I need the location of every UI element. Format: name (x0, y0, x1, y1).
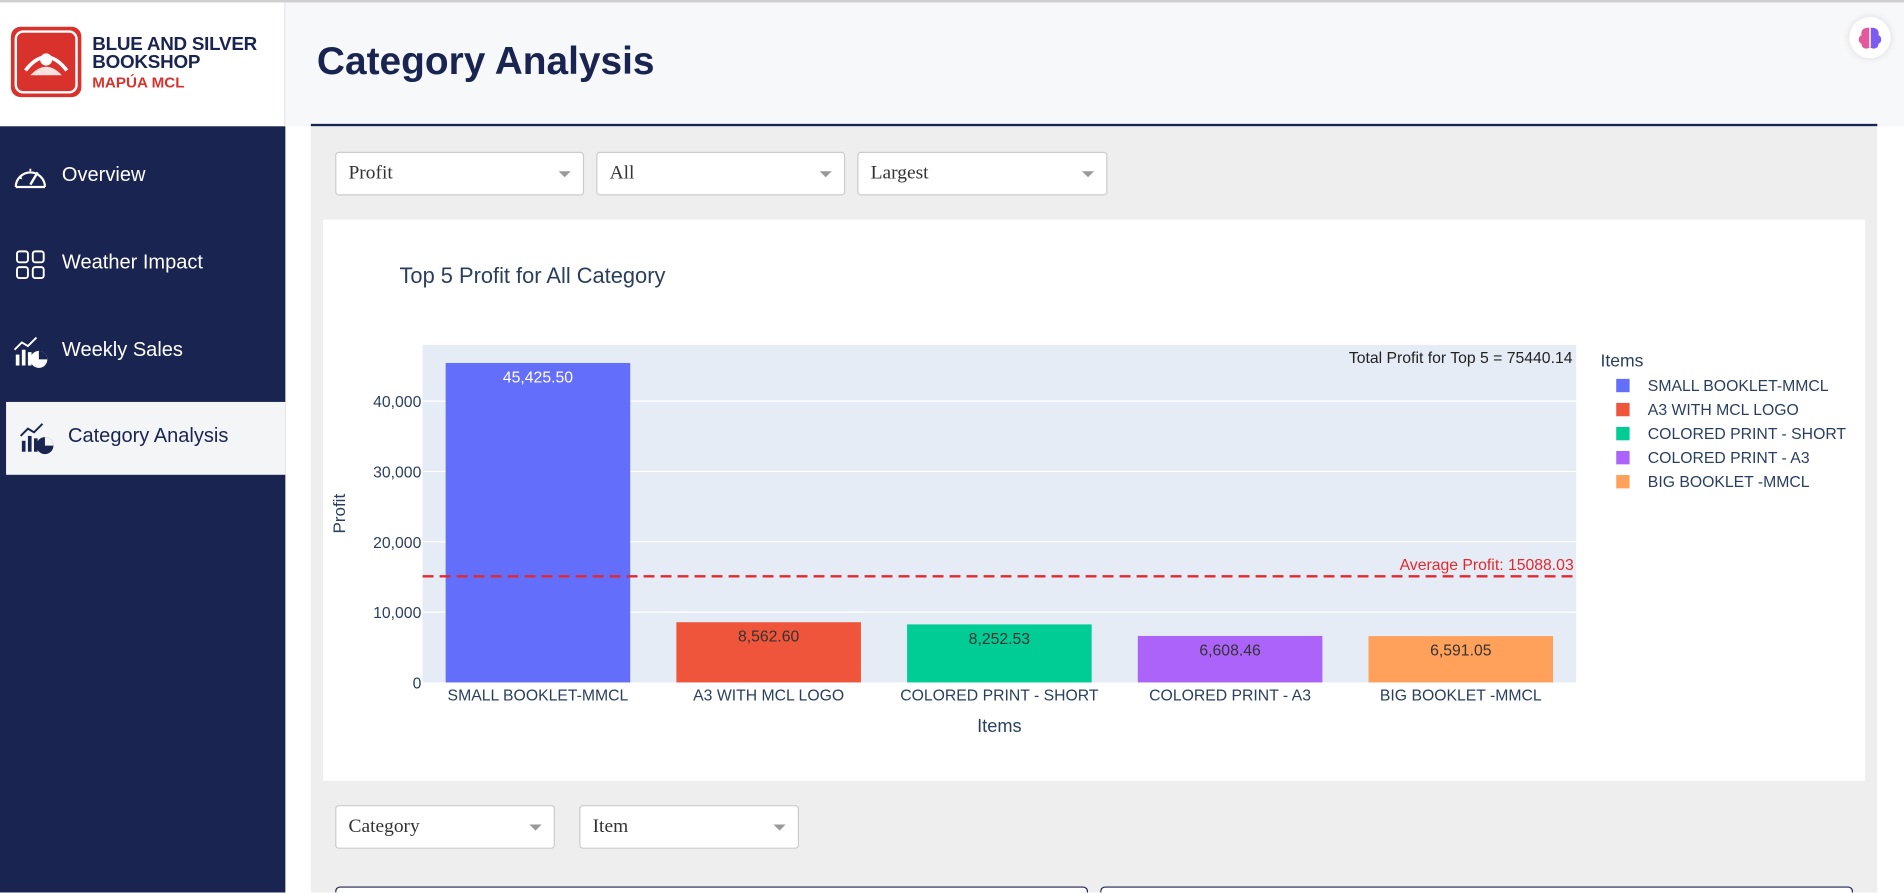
category-dropdown[interactable]: All (596, 151, 846, 196)
legend-entry: COLORED PRINT - SHORT (1648, 426, 1847, 443)
legend-swatch (1616, 426, 1630, 441)
chart-pie-icon (18, 421, 54, 455)
profit-bar-chart: Top 5 Profit for All Category 0 10,000 20,… (330, 263, 1847, 736)
sidebar: BLUE AND SILVER BOOKSHOP MAPÚA MCL Overv… (0, 0, 286, 893)
order-dropdown[interactable]: Largest (857, 151, 1108, 196)
y-tick-label: 0 (413, 676, 422, 693)
nav-item-overview[interactable]: Overview (0, 141, 285, 214)
brand-name-line2: BOOKSHOP (92, 52, 201, 73)
brand-subtitle: MAPÚA MCL (92, 74, 185, 92)
x-tick-label: COLORED PRINT - SHORT (900, 688, 1099, 705)
order-dropdown-value: Largest (870, 162, 929, 184)
chart-pie-icon (12, 335, 48, 369)
legend-entry: BIG BOOKLET -MMCL (1648, 474, 1810, 491)
assistant-button[interactable] (1849, 17, 1891, 59)
brand-header: BLUE AND SILVER BOOKSHOP MAPÚA MCL (0, 0, 286, 127)
group-dropdown-value: Category (348, 816, 420, 837)
caret-down-icon (1081, 171, 1095, 178)
app-root: BLUE AND SILVER BOOKSHOP MAPÚA MCL Overv… (0, 0, 1904, 893)
legend-title: Items (1600, 351, 1643, 371)
nav-item-category-analysis[interactable]: Category Analysis (6, 401, 286, 475)
legend-swatch (1616, 475, 1630, 489)
category-dropdown-value: All (609, 162, 635, 184)
y-tick-label: 20,000 (373, 535, 421, 552)
legend-swatch (1616, 378, 1630, 393)
y-axis-ticks: 0 10,000 20,000 30,000 40,000 (373, 394, 421, 692)
caret-down-icon (558, 171, 571, 178)
nav-item-weekly-sales[interactable]: Weekly Sales (0, 316, 285, 389)
y-tick-label: 30,000 (373, 465, 421, 482)
x-tick-label: COLORED PRINT - A3 (1149, 688, 1311, 705)
metric-dropdown[interactable]: Profit (335, 151, 585, 196)
total-profit-annotation: Total Profit for Top 5 = 75440.14 (1349, 350, 1573, 367)
legend-entry: SMALL BOOKLET-MMCL (1648, 378, 1829, 395)
bar-value-label: 45,425.50 (503, 369, 573, 386)
x-axis-label: Items (977, 716, 1022, 736)
chart-card: Top 5 Profit for All Category 0 10,000 20,… (323, 219, 1866, 781)
average-label: Average Profit: 15088.03 (1400, 557, 1574, 574)
nav-item-weather-impact[interactable]: Weather Impact (0, 228, 285, 301)
page-header: Category Analysis (285, 0, 1904, 127)
brain-icon (1849, 27, 1890, 64)
bookshop-logo (10, 26, 82, 98)
x-tick-label: SMALL BOOKLET-MMCL (448, 688, 629, 705)
page-title: Category Analysis (316, 38, 655, 83)
legend-entry: COLORED PRINT - A3 (1648, 450, 1810, 467)
level-dropdown-value: Item (592, 816, 629, 837)
x-axis-ticks: SMALL BOOKLET-MMCL A3 WITH MCL LOGO COLORE… (448, 688, 1542, 705)
main-content: Profit All Largest Top 5 Profit for All … (310, 126, 1878, 893)
legend-entry: A3 WITH MCL LOGO (1648, 402, 1799, 419)
metric-dropdown-value: Profit (348, 162, 393, 184)
nav-label-weekly-sales: Weekly Sales (61, 338, 183, 361)
caret-down-icon (773, 824, 786, 831)
caret-down-icon (529, 824, 542, 831)
x-tick-label: BIG BOOKLET -MMCL (1380, 688, 1542, 705)
window-top-border (0, 0, 1904, 3)
bar-value-label: 8,252.53 (969, 631, 1031, 648)
level-dropdown[interactable]: Item (579, 805, 800, 849)
y-tick-label: 10,000 (373, 605, 421, 622)
bar-value-label: 6,591.05 (1430, 643, 1492, 660)
bar-value-label: 8,562.60 (738, 629, 800, 646)
nav-label-category-analysis: Category Analysis (68, 425, 229, 447)
y-axis-label: Profit (330, 494, 349, 534)
group-dropdown[interactable]: Category (335, 805, 555, 849)
nav-label-weather-impact: Weather Impact (61, 251, 203, 274)
legend: SMALL BOOKLET-MMCL A3 WITH MCL LOGO COLORE… (1616, 378, 1846, 491)
x-tick-label: A3 WITH MCL LOGO (693, 688, 844, 705)
nav-label-overview: Overview (61, 163, 146, 186)
legend-swatch (1616, 450, 1630, 465)
bar (445, 362, 631, 683)
grid-icon (12, 248, 48, 282)
chart-title: Top 5 Profit for All Category (400, 263, 666, 288)
speedometer-icon (12, 160, 48, 194)
bar-value-label: 6,608.46 (1199, 642, 1261, 659)
y-tick-label: 40,000 (373, 394, 421, 411)
caret-down-icon (819, 171, 832, 178)
legend-swatch (1616, 402, 1630, 417)
